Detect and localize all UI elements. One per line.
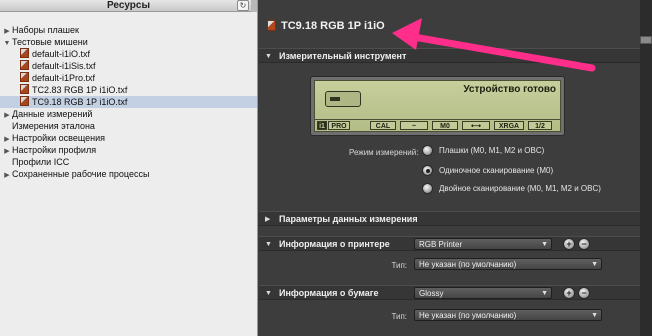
tree-file-3[interactable]: default-i1iSis.txf — [0, 60, 96, 72]
tree-item-label: default-i1iO.txf — [32, 49, 91, 59]
resources-title: Ресурсы — [106, 0, 151, 11]
tree-group-9[interactable]: ▶ Настройки освещения — [0, 132, 105, 144]
lcd-segment-cal: CAL — [370, 121, 396, 130]
document-panel: TC9.18 RGB 1P i1iO ▼ Измерительный инстр… — [259, 0, 652, 336]
radio-button-icon[interactable] — [422, 145, 433, 156]
tree-item-label: Тестовые мишени — [12, 37, 88, 47]
refresh-icon[interactable]: ↻ — [237, 0, 249, 11]
radio-button-icon[interactable] — [422, 165, 433, 176]
tree-item-label: Настройки профиля — [12, 145, 97, 155]
add-printer-button[interactable]: + — [563, 238, 575, 250]
instrument-display-frame: Устройство готово i1 PRO CAL ~ M0 ⟷ XRGA… — [310, 76, 565, 136]
chevron-down-icon: ▼ — [591, 261, 598, 268]
radio-dual-scan-label: Двойное сканирование (M0, M1, M2 и OBC) — [439, 184, 601, 193]
scrollbar[interactable] — [640, 0, 652, 336]
printer-type-label: Тип: — [391, 261, 407, 270]
remove-printer-button[interactable]: − — [578, 238, 590, 250]
instrument-lcd: Устройство готово i1 PRO CAL ~ M0 ⟷ XRGA… — [314, 80, 561, 132]
chevron-down-icon: ▼ — [591, 312, 598, 319]
txf-file-icon — [20, 72, 29, 82]
expanded-triangle-icon[interactable]: ▼ — [265, 286, 272, 301]
tree-item-label: TC9.18 RGB 1P i1iO.txf — [32, 97, 128, 107]
collapsed-triangle-icon[interactable]: ▶ — [2, 170, 12, 182]
tree-group-1[interactable]: ▼ Тестовые мишени — [0, 36, 88, 48]
lcd-segment-xrga: XRGA — [494, 121, 524, 130]
radio-button-icon[interactable] — [422, 183, 433, 194]
tree-file-4[interactable]: default-i1Pro.txf — [0, 72, 95, 84]
tree-file-5[interactable]: TC2.83 RGB 1P i1iO.txf — [0, 84, 127, 96]
tree-group-7[interactable]: ▶ Данные измерений — [0, 108, 92, 120]
section-measurement-params-label: Параметры данных измерения — [279, 214, 418, 224]
lcd-status-bar: i1 PRO CAL ~ M0 ⟷ XRGA 1/2 — [315, 119, 560, 131]
lcd-segment-wave: ~ — [400, 121, 428, 130]
tree-group-11[interactable]: Профили ICC — [0, 156, 69, 168]
section-measurement-params[interactable]: ▶ Параметры данных измерения — [259, 211, 640, 226]
paper-type-label: Тип: — [391, 312, 407, 321]
collapsed-triangle-icon[interactable]: ▶ — [265, 212, 270, 227]
remove-paper-button[interactable]: − — [578, 287, 590, 299]
tree-group-0[interactable]: ▶ Наборы плашек — [0, 24, 79, 36]
panel-resize-handle[interactable] — [251, 0, 257, 12]
tree-group-10[interactable]: ▶ Настройки профиля — [0, 144, 96, 156]
tree-item-label: Настройки освещения — [12, 133, 106, 143]
tree-item-label: TC2.83 RGB 1P i1iO.txf — [32, 85, 128, 95]
radio-single-scan-label: Одиночное сканирование (M0) — [439, 166, 554, 175]
chevron-down-icon: ▼ — [541, 290, 548, 297]
printer-select-value: RGB Printer — [419, 240, 463, 249]
tree-item-label: Измерения эталона — [12, 121, 95, 131]
tree-group-12[interactable]: ▶ Сохраненные рабочие процессы — [0, 168, 149, 180]
section-paper-info-label: Информация о бумаге — [279, 288, 379, 298]
scrollbar-thumb[interactable] — [640, 36, 652, 44]
resources-panel: Ресурсы ↻ ▶ Наборы плашек ▼ Тестовые мишени… — [0, 0, 258, 336]
printer-type-select[interactable]: Не указан (по умолчанию) ▼ — [414, 258, 602, 270]
txf-file-icon — [20, 96, 29, 106]
expanded-triangle-icon[interactable]: ▼ — [265, 237, 272, 252]
document-title: TC9.18 RGB 1P i1iO — [281, 20, 385, 32]
tree-item-label: Профили ICC — [12, 157, 70, 167]
txf-file-icon — [267, 20, 276, 31]
lcd-segment-pro: PRO — [328, 121, 350, 130]
chevron-down-icon: ▼ — [541, 241, 548, 248]
paper-select[interactable]: Glossy ▼ — [414, 287, 552, 299]
lcd-segment-page: 1/2 — [528, 121, 552, 130]
tree-item-label: Наборы плашек — [12, 25, 79, 35]
printer-type-value: Не указан (по умолчанию) — [419, 260, 517, 269]
tree-item-label: Сохраненные рабочие процессы — [12, 169, 150, 179]
lcd-status-text: Устройство готово — [463, 84, 556, 95]
tree-file-6[interactable]: TC9.18 RGB 1P i1iO.txf — [0, 96, 257, 108]
tree-item-label: Данные измерений — [12, 109, 93, 119]
lcd-segment-i1: i1 — [317, 121, 327, 130]
printer-select[interactable]: RGB Printer ▼ — [414, 238, 552, 250]
lcd-segment-scan: ⟷ — [462, 121, 490, 130]
tree-group-8[interactable]: Измерения эталона — [0, 120, 95, 132]
paper-select-value: Glossy — [419, 289, 444, 298]
paper-type-select[interactable]: Не указан (по умолчанию) ▼ — [414, 309, 602, 321]
txf-file-icon — [20, 84, 29, 94]
section-instrument-label: Измерительный инструмент — [279, 51, 407, 61]
lcd-segment-m0: M0 — [432, 121, 458, 130]
expanded-triangle-icon[interactable]: ▼ — [265, 49, 272, 64]
instrument-device-icon — [325, 91, 361, 107]
tree-item-label: default-i1iSis.txf — [32, 61, 96, 71]
txf-file-icon — [20, 48, 29, 58]
tree-file-2[interactable]: default-i1iO.txf — [0, 48, 90, 60]
section-printer-info-label: Информация о принтере — [279, 239, 390, 249]
add-paper-button[interactable]: + — [563, 287, 575, 299]
resources-header: Ресурсы ↻ — [0, 0, 257, 12]
tree-item-label: default-i1Pro.txf — [32, 73, 96, 83]
measurement-mode-label: Режим измерений: — [349, 148, 419, 157]
txf-file-icon — [20, 60, 29, 70]
paper-type-value: Не указан (по умолчанию) — [419, 311, 517, 320]
section-instrument[interactable]: ▼ Измерительный инструмент — [259, 48, 640, 63]
radio-patches-label: Плашки (M0, M1, M2 и OBC) — [439, 146, 545, 155]
